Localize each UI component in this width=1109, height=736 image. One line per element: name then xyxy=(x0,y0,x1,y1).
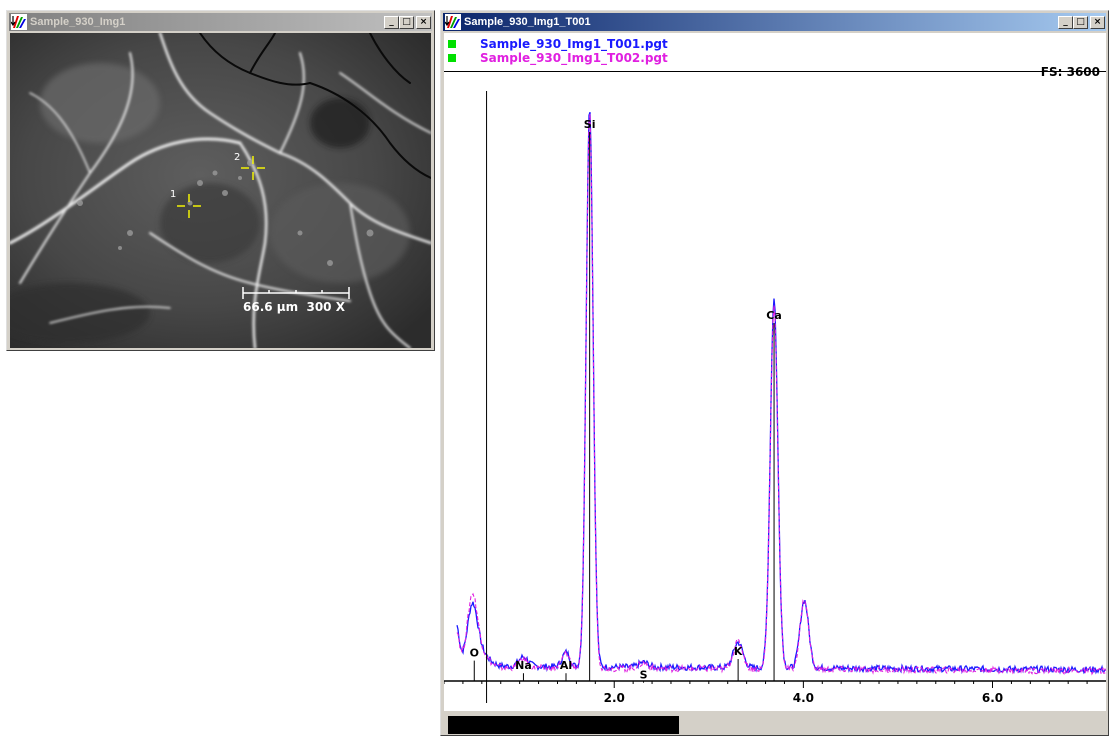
legend-item-1[interactable]: Sample_930_Img1_T001.pgt xyxy=(448,37,668,51)
app-icon xyxy=(445,14,461,30)
x-tick-label: 6.0 xyxy=(982,691,1003,705)
sem-image-canvas: 1 2 66.6 µm 300 X xyxy=(10,33,431,348)
close-button[interactable]: × xyxy=(416,15,431,29)
element-label-na: Na xyxy=(515,659,532,672)
series-line-1 xyxy=(456,111,1106,675)
image-window[interactable]: Sample_930_Img1 _ □ × 1 2 66.6 µm 300 X xyxy=(6,10,435,351)
status-bar xyxy=(444,711,1106,735)
x-tick-label: 2.0 xyxy=(604,691,625,705)
sem-image[interactable]: 1 2 66.6 µm 300 X xyxy=(10,33,431,348)
image-window-title: Sample_930_Img1 xyxy=(30,16,126,28)
legend-item-2[interactable]: Sample_930_Img1_T002.pgt xyxy=(448,51,668,65)
element-label-o: O xyxy=(470,647,479,660)
spectrum-panel[interactable]: Sample_930_Img1_T001.pgt Sample_930_Img1… xyxy=(444,33,1106,711)
minimize-button[interactable]: _ xyxy=(384,15,399,29)
element-label-al: Al xyxy=(560,659,572,672)
spectrum-window-titlebar[interactable]: Sample_930_Img1_T001 _ □ × xyxy=(443,13,1106,31)
element-label-k: K xyxy=(734,645,743,658)
maximize-button[interactable]: □ xyxy=(1073,15,1088,29)
legend-swatch xyxy=(448,54,456,62)
app-icon xyxy=(11,14,27,30)
element-label-ca: Ca xyxy=(766,309,782,322)
minimize-button[interactable]: _ xyxy=(1058,15,1073,29)
series-line-2 xyxy=(456,113,1106,676)
maximize-button[interactable]: □ xyxy=(399,15,414,29)
legend-label-1: Sample_930_Img1_T001.pgt xyxy=(480,37,668,51)
legend-label-2: Sample_930_Img1_T002.pgt xyxy=(480,51,668,65)
element-label-s: S xyxy=(640,669,648,682)
spectrum-window[interactable]: Sample_930_Img1_T001 _ □ × Sample_930_Im… xyxy=(440,10,1109,736)
legend-swatch xyxy=(448,40,456,48)
close-button[interactable]: × xyxy=(1090,15,1105,29)
scale-bar-label: 66.6 µm 300 X xyxy=(243,300,346,314)
progress-bar xyxy=(448,716,679,734)
point-2-label: 2 xyxy=(234,152,240,163)
spectrum-window-title: Sample_930_Img1_T001 xyxy=(464,16,591,28)
element-label-si: Si xyxy=(584,118,596,131)
point-1-label: 1 xyxy=(170,189,176,200)
image-window-titlebar[interactable]: Sample_930_Img1 _ □ × xyxy=(9,13,432,31)
x-tick-label: 4.0 xyxy=(793,691,814,705)
spectrum-chart[interactable]: O Na Al Si S K Ca 2.0 4.0 6.0 xyxy=(444,71,1106,711)
